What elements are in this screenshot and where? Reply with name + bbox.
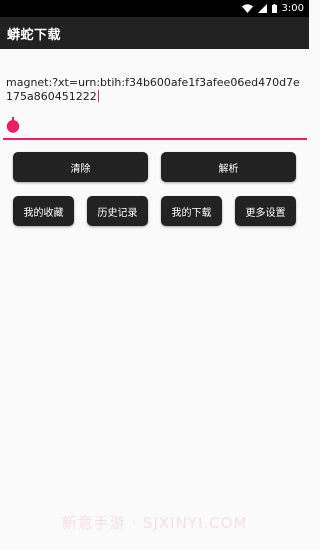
battery-icon (271, 4, 277, 13)
app-title: 蟒蛇下载 (7, 27, 62, 43)
more-settings-button-label: 更多设置 (245, 207, 286, 219)
clear-button-label: 清除 (70, 163, 91, 175)
signal-icon (257, 4, 267, 13)
status-bar: 3:00 (0, 0, 309, 17)
parse-button-label: 解析 (218, 163, 239, 175)
history-button-label: 历史记录 (97, 207, 138, 219)
magnet-input-text: magnet:?xt=urn:btih:f34b600afe1f3afee06e… (6, 76, 300, 103)
downloads-button-label: 我的下载 (171, 207, 212, 219)
status-time: 3:00 (281, 3, 304, 14)
cursor-handle-icon[interactable] (6, 117, 20, 133)
favorites-button-label: 我的收藏 (23, 207, 64, 219)
text-caret (97, 89, 99, 102)
favorites-button[interactable]: 我的收藏 (13, 196, 74, 226)
clear-button[interactable]: 清除 (13, 152, 148, 182)
magnet-input[interactable]: magnet:?xt=urn:btih:f34b600afe1f3afee06e… (6, 76, 306, 140)
history-button[interactable]: 历史记录 (87, 196, 148, 226)
app-toolbar: 蟒蛇下载 (0, 17, 309, 49)
parse-button[interactable]: 解析 (161, 152, 296, 182)
more-settings-button[interactable]: 更多设置 (235, 196, 296, 226)
downloads-button[interactable]: 我的下载 (161, 196, 222, 226)
watermark: 新意手游 · SJXINYI.COM (61, 514, 248, 532)
input-underline (3, 138, 307, 140)
wifi-icon (241, 4, 253, 13)
